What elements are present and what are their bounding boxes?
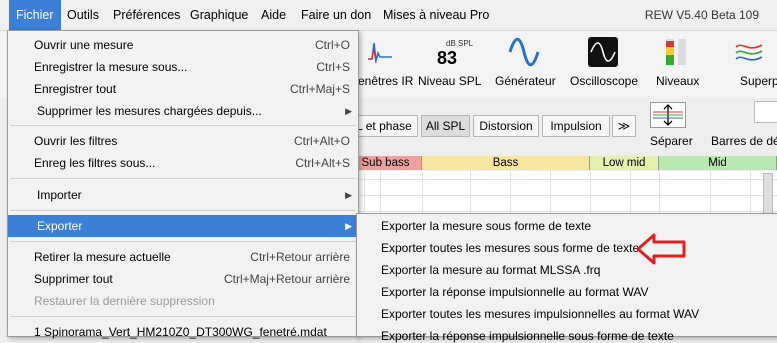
submenu-item-export-text[interactable]: Exporter la mesure sous forme de texte bbox=[381, 219, 591, 233]
submenu-arrow-icon: ▶ bbox=[345, 106, 352, 116]
menu-item-remove-current[interactable]: Retirer la mesure actuelle Ctrl+Retour a… bbox=[8, 246, 358, 268]
menu-item-label: Supprimer les mesures chargées depuis... bbox=[37, 104, 262, 118]
menu-preferences[interactable]: Préférences bbox=[113, 0, 180, 30]
menu-separator bbox=[10, 178, 356, 179]
ir-windows-icon bbox=[368, 42, 392, 64]
menu-item-shortcut: Ctrl+Retour arrière bbox=[250, 250, 350, 264]
menu-graphique[interactable]: Graphique bbox=[190, 0, 248, 30]
tab-impulse[interactable]: Impulsion bbox=[542, 115, 610, 137]
menu-fichier[interactable]: Fichier bbox=[9, 0, 61, 30]
export-submenu: Exporter la mesure sous forme de texte E… bbox=[356, 213, 777, 343]
submenu-item-export-all-text[interactable]: Exporter toutes les mesures sous forme d… bbox=[381, 241, 639, 255]
menu-separator bbox=[10, 316, 356, 317]
oscilloscope-icon bbox=[588, 37, 618, 67]
menu-item-save-as[interactable]: Enregistrer la mesure sous... Ctrl+S bbox=[8, 56, 358, 78]
menu-item-label: Enreg les filtres sous... bbox=[34, 156, 156, 170]
frequency-bands: Sub bass Bass Low mid Mid bbox=[350, 156, 777, 170]
generator-label: Générateur bbox=[495, 74, 556, 88]
menu-item-open-measurement[interactable]: Ouvrir une mesure Ctrl+O bbox=[8, 34, 358, 56]
file-menu: Ouvrir une mesure Ctrl+O Enregistrer la … bbox=[7, 30, 359, 339]
band-mid: Mid bbox=[659, 156, 777, 170]
menu-item-label: Supprimer tout bbox=[34, 272, 113, 286]
levels-icon bbox=[666, 39, 686, 65]
menu-item-remove-all[interactable]: Supprimer tout Ctrl+Maj+Retour arrière bbox=[8, 268, 358, 290]
menu-outils[interactable]: Outils bbox=[67, 0, 99, 30]
sine-wave-icon bbox=[508, 37, 540, 67]
band-sub-bass: Sub bass bbox=[350, 156, 422, 170]
menu-item-restore-deleted: Restaurer la dernière suppression bbox=[8, 290, 358, 312]
submenu-item-export-ir-text[interactable]: Exporter la réponse impulsionnelle sous … bbox=[381, 329, 674, 343]
submenu-item-export-all-ir-wav[interactable]: Exporter toutes les mesures impulsionnel… bbox=[381, 307, 699, 321]
menu-item-label: Enregistrer tout bbox=[34, 82, 117, 96]
menu-item-save-filters[interactable]: Enreg les filtres sous... Ctrl+Alt+S bbox=[8, 152, 358, 174]
menu-item-label: Ouvrir une mesure bbox=[34, 38, 134, 52]
oscilloscope-label: Oscilloscope bbox=[570, 74, 639, 88]
menu-item-label: Ouvrir les filtres bbox=[34, 134, 118, 148]
menu-item-shortcut: Ctrl+Alt+O bbox=[293, 134, 350, 148]
band-bass: Bass bbox=[422, 156, 590, 170]
tabs-more-button[interactable]: ≫ bbox=[612, 115, 636, 137]
menu-item-recent-file[interactable]: 1 Spinorama_Vert_HM210Z0_DT300WG_fenetré… bbox=[8, 321, 358, 343]
version-label: REW V5.40 Beta 109 bbox=[644, 8, 759, 22]
menu-mises-a-niveau[interactable]: Mises à niveau Pro bbox=[383, 0, 489, 30]
overlay-button[interactable]: Superpositi bbox=[708, 31, 777, 98]
annotation-arrow-icon bbox=[636, 233, 686, 265]
menu-aide[interactable]: Aide bbox=[261, 0, 286, 30]
submenu-arrow-icon: ▶ bbox=[345, 190, 352, 200]
menu-separator bbox=[10, 241, 356, 242]
menu-faire-un-don[interactable]: Faire un don bbox=[301, 0, 371, 30]
band-low-mid: Low mid bbox=[590, 156, 659, 170]
menu-item-open-filters[interactable]: Ouvrir les filtres Ctrl+Alt+O bbox=[8, 130, 358, 152]
menu-item-shortcut: Ctrl+O bbox=[314, 38, 350, 52]
ir-windows-button[interactable]: enêtres IR bbox=[352, 31, 414, 98]
tab-spl-phase[interactable]: L et phase bbox=[350, 115, 418, 137]
menu-item-label: Enregistrer la mesure sous... bbox=[34, 60, 188, 74]
menu-item-remove-loaded-since[interactable]: Supprimer les mesures chargées depuis...… bbox=[8, 100, 358, 122]
menu-item-shortcut: Ctrl+Alt+S bbox=[295, 156, 350, 170]
menu-item-label: 1 Spinorama_Vert_HM210Z0_DT300WG_fenetré… bbox=[34, 325, 327, 339]
menu-separator bbox=[10, 210, 356, 211]
menu-item-shortcut: Ctrl+S bbox=[316, 60, 350, 74]
menu-item-shortcut: Ctrl+Maj+Retour arrière bbox=[223, 272, 350, 286]
spl-unit: dB SPL bbox=[446, 39, 474, 48]
menu-item-shortcut: Ctrl+Maj+S bbox=[289, 82, 350, 96]
submenu-item-export-ir-wav[interactable]: Exporter la réponse impulsionnelle au fo… bbox=[381, 285, 648, 299]
submenu-item-export-mlssa[interactable]: Exporter la mesure au format MLSSA .frq bbox=[381, 263, 600, 277]
menu-item-label: Restaurer la dernière suppression bbox=[34, 294, 215, 308]
overlay-label: Superpositi bbox=[740, 74, 777, 88]
menu-item-save-all[interactable]: Enregistrer tout Ctrl+Maj+S bbox=[8, 78, 358, 100]
spl-value: 83 bbox=[437, 48, 458, 68]
menu-item-label: Exporter bbox=[37, 219, 83, 233]
tab-distortion[interactable]: Distorsion bbox=[473, 115, 539, 137]
menu-item-import[interactable]: Importer ▶ bbox=[8, 184, 358, 206]
menu-item-label: Retirer la mesure actuelle bbox=[34, 250, 171, 264]
generator-button[interactable]: Générateur bbox=[490, 31, 560, 98]
tab-all-spl[interactable]: All SPL bbox=[421, 115, 470, 137]
levels-label: Niveaux bbox=[656, 74, 700, 88]
submenu-arrow-icon: ▶ bbox=[345, 221, 352, 231]
menu-item-label: Importer bbox=[37, 188, 82, 202]
ir-windows-label: enêtres IR bbox=[358, 74, 414, 88]
overlay-icon bbox=[735, 44, 763, 61]
spl-meter-label: Niveau SPL bbox=[418, 74, 482, 88]
menu-bar: Fichier Outils Préférences Graphique Aid… bbox=[0, 0, 777, 31]
levels-button[interactable]: Niveaux bbox=[650, 31, 702, 98]
menu-separator bbox=[10, 125, 356, 126]
menu-item-export[interactable]: Exporter ▶ bbox=[8, 215, 358, 237]
